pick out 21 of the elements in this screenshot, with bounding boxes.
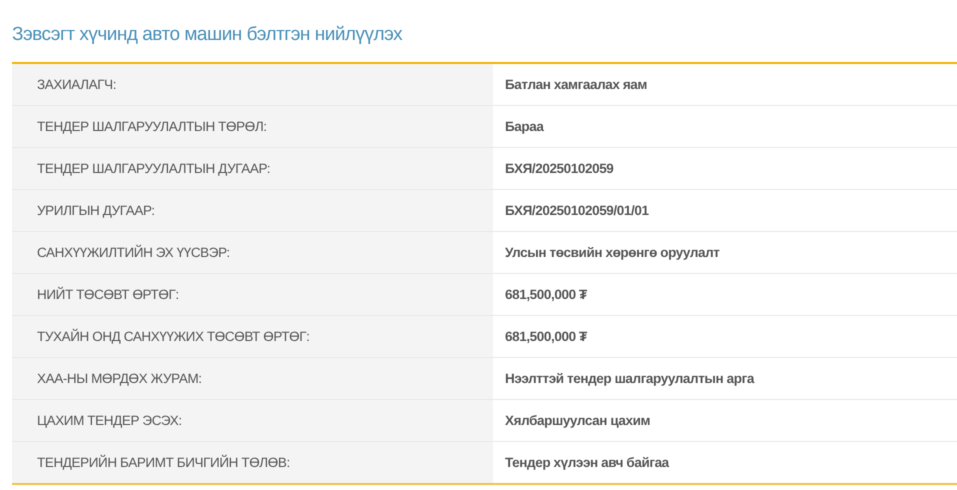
value-cell-text: БХЯ/20250102059 <box>504 160 614 178</box>
value-cell-text: Улсын төсвийн хөрөнгө оруулалт <box>504 244 721 262</box>
label-cell: ЦАХИМ ТЕНДЕР ЭСЭХ: <box>12 400 493 441</box>
label-cell: ТЕНДЕРИЙН БАРИМТ БИЧГИЙН ТӨЛӨВ: <box>12 442 493 483</box>
label-cell: ТЕНДЕР ШАЛГАРУУЛАЛТЫН ДУГААР: <box>12 148 493 189</box>
label-cell: УРИЛГЫН ДУГААР: <box>12 190 493 231</box>
value-cell-text: Бараа <box>504 118 545 136</box>
value-cell-text: Батлан хамгаалах яам <box>504 76 648 94</box>
label-cell: ХАА-НЫ МӨРДӨХ ЖУРАМ: <box>12 358 493 399</box>
value-cell-text: 681,500,000 ₮ <box>504 328 588 346</box>
value-cell-text: БХЯ/20250102059/01/01 <box>504 202 650 220</box>
value-cell-text: Тендер хүлээн авч байгаа <box>504 454 670 472</box>
label-cell: ТУХАЙН ОНД САНХҮҮЖИХ ТӨСӨВТ ӨРТӨГ: <box>12 316 493 357</box>
label-cell: НИЙТ ТӨСӨВТ ӨРТӨГ: <box>12 274 493 315</box>
label-cell: ЗАХИАЛАГЧ: <box>12 64 493 105</box>
label-cell: САНХҮҮЖИЛТИЙН ЭХ ҮҮСВЭР: <box>12 232 493 273</box>
label-cell: ТЕНДЕР ШАЛГАРУУЛАЛТЫН ТӨРӨЛ: <box>12 106 493 147</box>
value-cell-text: 681,500,000 ₮ <box>504 286 588 304</box>
value-cell-text: Хялбаршуулсан цахим <box>504 412 652 430</box>
value-cell-text: Нээлттэй тендер шалгаруулалтын арга <box>504 370 756 388</box>
page-title: Зэвсэгт хүчинд авто машин бэлтгэн нийлүүлэх <box>12 23 404 47</box>
